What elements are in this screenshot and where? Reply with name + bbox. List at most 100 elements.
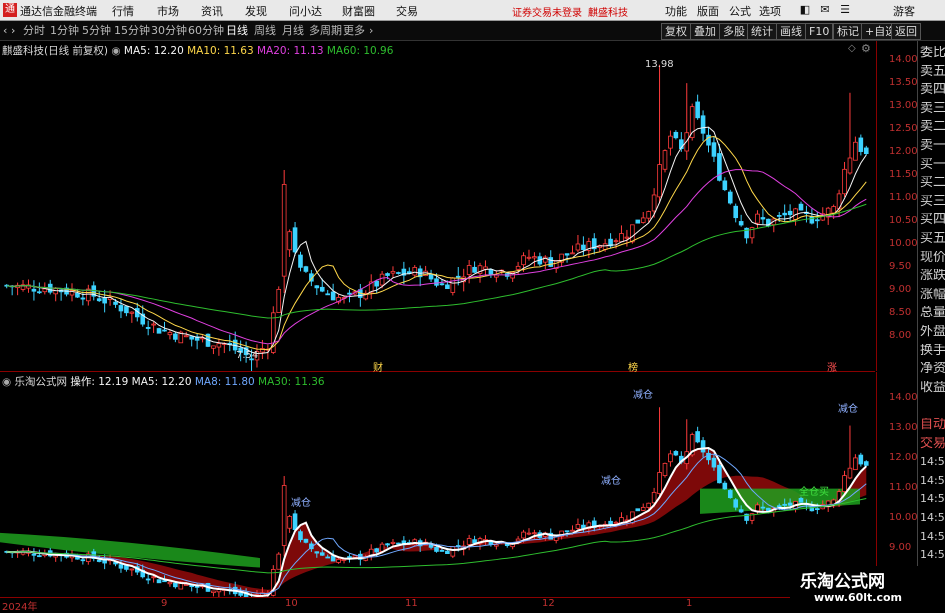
- btn-duogu[interactable]: 多股: [719, 23, 749, 40]
- period-more[interactable]: 更多: [340, 23, 368, 38]
- candle-body: [515, 538, 521, 542]
- buy-band: [0, 488, 860, 568]
- side-panel-item[interactable]: 卖二: [920, 120, 945, 134]
- candle-body: [738, 221, 744, 226]
- candle-body: [303, 538, 309, 543]
- main-kline-svg: [4, 64, 869, 371]
- period-daily[interactable]: 日线: [223, 23, 251, 38]
- side-panel-item[interactable]: 收益: [920, 381, 945, 395]
- candle-body: [815, 219, 820, 222]
- side-panel-item[interactable]: 买四: [920, 213, 945, 227]
- side-panel-item[interactable]: 交易: [920, 437, 945, 451]
- btn-diejia[interactable]: 叠加: [690, 23, 720, 40]
- side-panel-item[interactable]: 14:56: [920, 530, 945, 544]
- side-panel-item[interactable]: 现价: [920, 251, 945, 265]
- menu-gongshi[interactable]: 公式: [729, 3, 751, 19]
- message-icon[interactable]: ☰: [838, 2, 852, 18]
- side-panel-item[interactable]: 14:56: [920, 474, 945, 488]
- guest-label[interactable]: 游客: [893, 3, 915, 19]
- side-panel-item[interactable]: 涨幅: [920, 288, 945, 302]
- side-panel-item[interactable]: 总量: [920, 306, 945, 320]
- candle-body: [532, 256, 537, 259]
- menu-xuanxiang[interactable]: 选项: [759, 3, 781, 19]
- main-tick: 11.50: [889, 169, 918, 180]
- mail-icon[interactable]: ✉: [818, 2, 832, 18]
- side-panel-item[interactable]: 卖四: [920, 83, 945, 97]
- main-tick: 8.00: [889, 330, 912, 341]
- period-1min[interactable]: 1分钟: [47, 23, 82, 38]
- side-panel-item[interactable]: 14:56: [920, 511, 945, 525]
- candle-body: [760, 217, 766, 220]
- candle-body: [42, 288, 48, 293]
- period-weekly[interactable]: 周线: [251, 23, 279, 38]
- side-panel-item[interactable]: 换手: [920, 344, 945, 358]
- side-panel-item[interactable]: 14:56: [920, 548, 945, 562]
- side-panel-item[interactable]: 卖三: [920, 102, 945, 116]
- btn-huaxian[interactable]: 画线: [776, 23, 806, 40]
- candle-body: [842, 475, 847, 492]
- date-label: 2024年: [2, 602, 38, 613]
- side-panel-item[interactable]: 14:56: [920, 492, 945, 506]
- menu-gongneng[interactable]: 功能: [665, 3, 687, 19]
- period-fenshi[interactable]: 分时: [20, 23, 48, 38]
- side-panel-item[interactable]: 14:56: [920, 455, 945, 469]
- login-notice[interactable]: 证券交易未登录: [512, 4, 582, 19]
- date-label: 12: [542, 598, 555, 609]
- side-panel-item[interactable]: 委比: [920, 46, 945, 60]
- candle-body: [733, 499, 739, 508]
- candle-body: [37, 291, 42, 294]
- menu-faxian[interactable]: 发现: [245, 3, 267, 19]
- toolbar-next-icon[interactable]: ›: [8, 23, 18, 38]
- main-kline-chart[interactable]: 麒盛科技(日线 前复权) ◉ MA5: 12.20 MA10: 11.63 MA…: [0, 41, 875, 374]
- candle-body: [521, 531, 526, 539]
- menu-wenxiaoda[interactable]: 问小达: [289, 3, 322, 19]
- candle-body: [521, 255, 526, 266]
- candle-body: [396, 542, 401, 545]
- btn-fuquan[interactable]: 复权: [661, 23, 691, 40]
- menu-jiaoyi[interactable]: 交易: [396, 3, 418, 19]
- period-30min[interactable]: 30分钟: [148, 23, 190, 38]
- candle-body: [526, 532, 532, 535]
- menu-zixun[interactable]: 资讯: [201, 3, 223, 19]
- candle-body: [292, 513, 298, 531]
- side-panel-item[interactable]: 涨跌: [920, 269, 945, 283]
- candle-body: [75, 292, 80, 298]
- candle-body: [548, 257, 554, 267]
- candle-body: [216, 343, 222, 348]
- side-panel-item[interactable]: 外盘: [920, 325, 945, 339]
- signal-jiancang: 减仓: [633, 390, 653, 401]
- indicator-chart[interactable]: ◉ 乐淘公式网 操作: 12.19 MA5: 12.20 MA8: 11.80 …: [0, 372, 875, 597]
- moving-average-line: [6, 453, 867, 595]
- side-panel-item[interactable]: 卖五: [920, 65, 945, 79]
- btn-tongji[interactable]: 统计: [747, 23, 777, 40]
- date-label: 1: [686, 598, 693, 609]
- menu-hangqing[interactable]: 行情: [112, 3, 134, 19]
- candle-body: [347, 292, 352, 295]
- side-panel-item[interactable]: 买三: [920, 195, 945, 209]
- period-60min[interactable]: 60分钟: [185, 23, 227, 38]
- side-panel-item[interactable]: 净资: [920, 362, 945, 376]
- menu-shichang[interactable]: 市场: [157, 3, 179, 19]
- candle-body: [646, 502, 651, 508]
- skin-icon[interactable]: ◧: [798, 2, 812, 18]
- side-panel-item[interactable]: 卖一: [920, 139, 945, 153]
- period-5min[interactable]: 5分钟: [79, 23, 114, 38]
- side-panel-item[interactable]: 买一: [920, 158, 945, 172]
- side-panel-item[interactable]: 自动: [920, 418, 945, 432]
- menu-banmian[interactable]: 版面: [697, 3, 719, 19]
- candle-body: [613, 240, 619, 243]
- btn-f10[interactable]: F10: [805, 23, 834, 40]
- side-panel-item[interactable]: 买五: [920, 232, 945, 246]
- period-15min[interactable]: 15分钟: [111, 23, 153, 38]
- menu-caifuquan[interactable]: 财富圈: [342, 3, 375, 19]
- candle-body: [303, 266, 309, 272]
- candle-body: [755, 504, 760, 512]
- app-name: 通达信金融终端: [20, 5, 97, 18]
- candle-body: [162, 329, 167, 332]
- candle-body: [129, 311, 135, 314]
- side-panel-item[interactable]: 买二: [920, 176, 945, 190]
- more-chevron-icon[interactable]: ›: [366, 23, 376, 38]
- period-monthly[interactable]: 月线: [279, 23, 307, 38]
- btn-fanhui[interactable]: 返回: [891, 23, 921, 40]
- btn-biaoji[interactable]: 标记: [833, 23, 863, 40]
